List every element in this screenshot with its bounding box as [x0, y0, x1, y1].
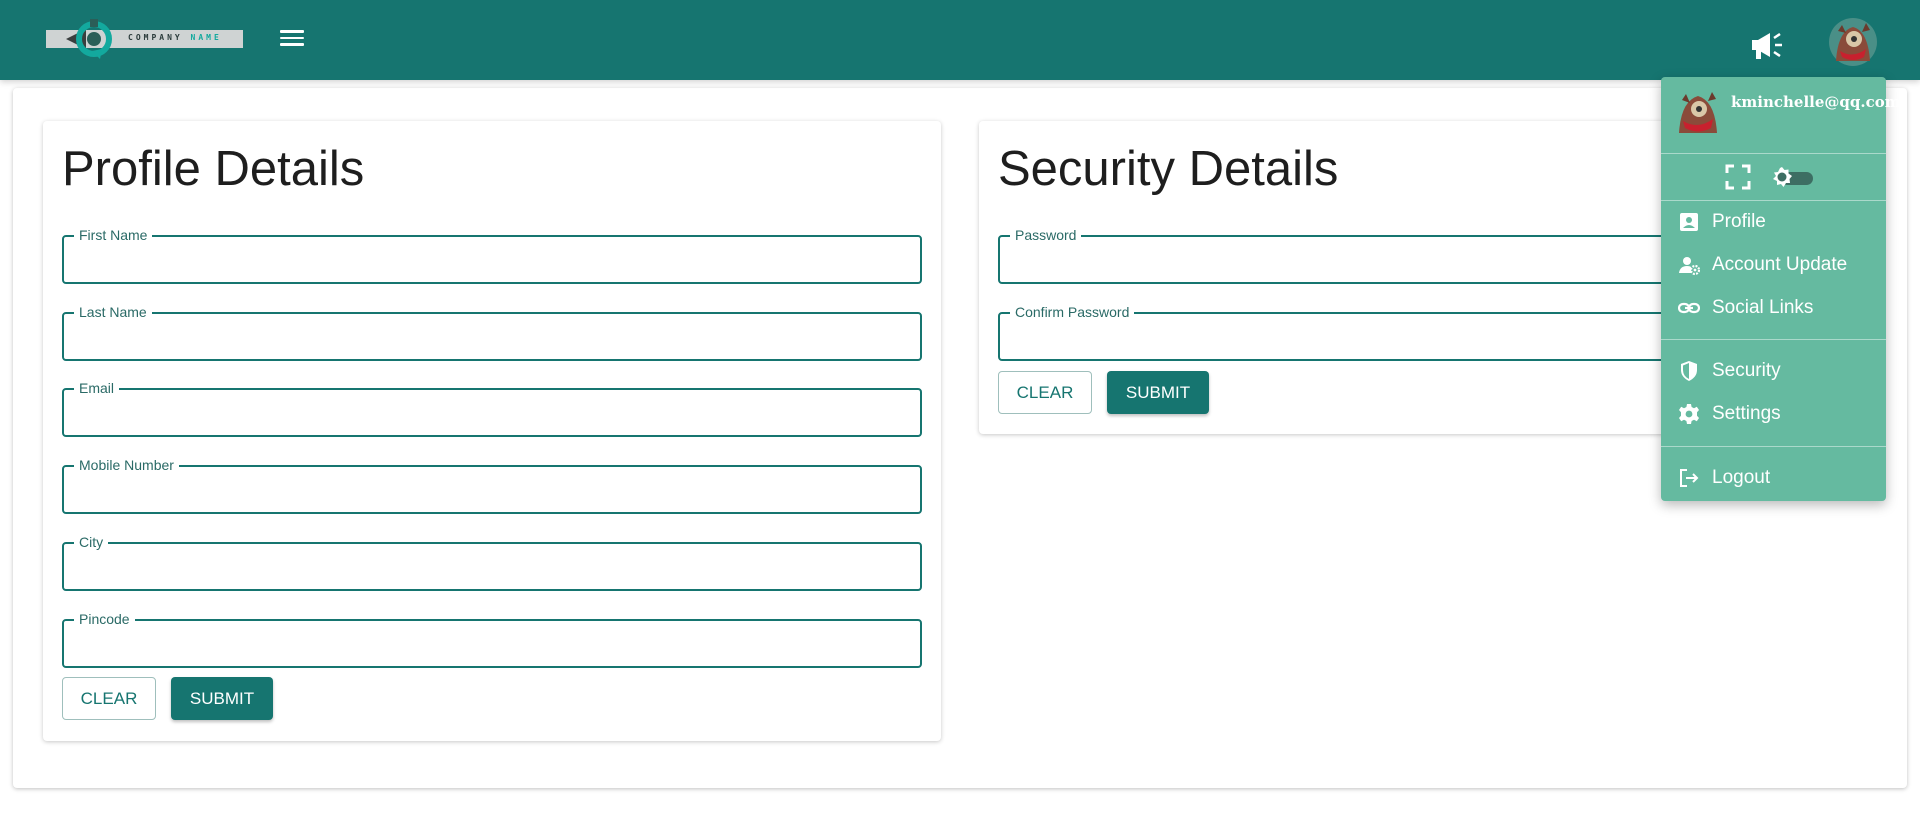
dropdown-tools	[1661, 154, 1886, 201]
last-name-input[interactable]	[64, 314, 920, 359]
divider	[1661, 446, 1886, 447]
app-bar: COMPANY NAME	[0, 0, 1920, 80]
logout-icon	[1680, 469, 1699, 487]
mobile-number-input[interactable]	[64, 467, 920, 512]
first-name-field: First Name	[62, 227, 922, 284]
fullscreen-icon[interactable]	[1725, 164, 1751, 190]
menu-item-security[interactable]: Security	[1661, 350, 1886, 390]
company-logo[interactable]: COMPANY NAME	[46, 19, 243, 59]
menu-item-account-update[interactable]: Account Update	[1661, 244, 1886, 284]
menu-item-label: Account Update	[1712, 254, 1848, 275]
dropdown-avatar	[1679, 92, 1717, 133]
security-title: Security Details	[998, 142, 1339, 196]
menu-item-label: Social Links	[1712, 297, 1814, 318]
pincode-input[interactable]	[64, 621, 920, 666]
menu-item-logout[interactable]: Logout	[1661, 457, 1886, 497]
divider	[1661, 339, 1886, 340]
city-input[interactable]	[64, 544, 920, 589]
profile-details-card: Profile Details First Name Last Name Ema…	[43, 121, 941, 741]
profile-title: Profile Details	[62, 142, 365, 196]
mobile-number-field: Mobile Number	[62, 457, 922, 514]
first-name-input[interactable]	[64, 237, 920, 282]
contact-card-icon	[1680, 213, 1698, 231]
logo-mark-icon	[66, 19, 112, 59]
menu-item-label: Settings	[1712, 403, 1781, 424]
profile-submit-button[interactable]: SUBMIT	[171, 677, 273, 720]
menu-item-label: Security	[1712, 360, 1781, 381]
user-dropdown-menu: kminchelle@qq.com Profile Account Update…	[1661, 77, 1901, 501]
gear-icon	[1679, 404, 1699, 424]
security-submit-button[interactable]: SUBMIT	[1107, 371, 1209, 414]
logo-wordmark: COMPANY NAME	[128, 33, 222, 42]
pincode-field: Pincode	[62, 611, 922, 668]
email-input[interactable]	[64, 390, 920, 435]
menu-item-label: Profile	[1712, 211, 1766, 232]
email-field: Email	[62, 380, 922, 437]
menu-item-profile[interactable]: Profile	[1661, 201, 1886, 241]
hamburger-menu-icon[interactable]	[280, 30, 304, 50]
theme-toggle[interactable]	[1771, 166, 1815, 188]
menu-item-settings[interactable]: Settings	[1661, 393, 1886, 433]
profile-clear-button[interactable]: CLEAR	[62, 677, 156, 720]
person-gear-icon	[1679, 257, 1700, 276]
user-avatar[interactable]	[1828, 17, 1878, 67]
security-clear-button[interactable]: CLEAR	[998, 371, 1092, 414]
user-email: kminchelle@qq.com	[1731, 93, 1901, 111]
dropdown-user-header: kminchelle@qq.com	[1661, 77, 1901, 153]
last-name-field: Last Name	[62, 304, 922, 361]
city-field: City	[62, 534, 922, 591]
brightness-toggle-icon	[1773, 167, 1792, 187]
menu-item-label: Logout	[1712, 467, 1771, 488]
shield-icon	[1681, 361, 1697, 381]
menu-item-social-links[interactable]: Social Links	[1661, 287, 1886, 327]
megaphone-icon[interactable]	[1748, 28, 1788, 62]
link-icon	[1678, 302, 1700, 314]
